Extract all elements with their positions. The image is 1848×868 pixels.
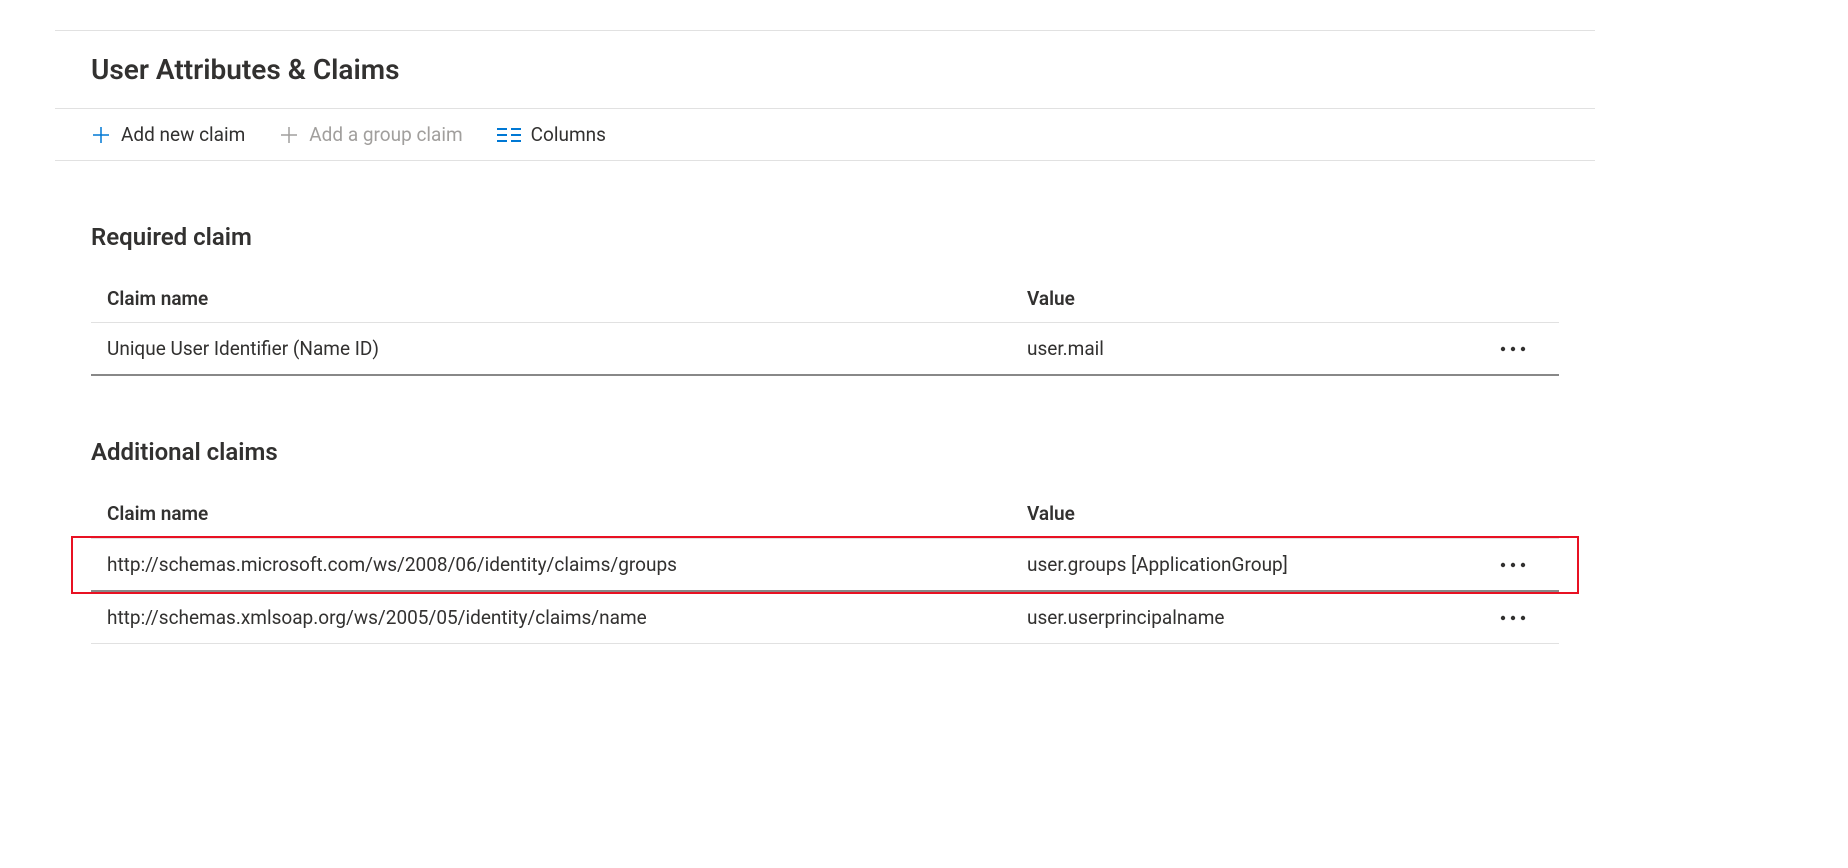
table-row[interactable]: Unique User Identifier (Name ID) user.ma… [91,323,1559,376]
claim-name-cell: http://schemas.xmlsoap.org/ws/2005/05/id… [107,606,1027,629]
table-row[interactable]: http://schemas.microsoft.com/ws/2008/06/… [91,538,1559,592]
table-row[interactable]: http://schemas.xmlsoap.org/ws/2005/05/id… [91,592,1559,644]
add-new-claim-button[interactable]: Add new claim [91,123,245,146]
table-header: Claim name Value [91,490,1559,538]
highlighted-row: http://schemas.microsoft.com/ws/2008/06/… [71,536,1579,594]
claim-name-cell: http://schemas.microsoft.com/ws/2008/06/… [107,553,1027,576]
additional-claims-table: Claim name Value http://schemas.microsof… [91,490,1559,644]
header-claim-name: Claim name [107,287,1027,310]
more-icon[interactable] [1499,614,1527,622]
plus-icon [91,125,111,145]
columns-button[interactable]: Columns [497,123,606,146]
required-claim-table: Claim name Value Unique User Identifier … [91,275,1559,376]
toolbar: Add new claim Add a group claim Columns [55,109,1595,161]
add-group-claim-button: Add a group claim [279,123,462,146]
page-title: User Attributes & Claims [55,30,1595,109]
add-new-claim-label: Add new claim [121,123,245,146]
required-claim-title: Required claim [91,223,1559,251]
columns-label: Columns [531,123,606,146]
header-value: Value [1027,287,1483,310]
additional-claims-title: Additional claims [91,438,1559,466]
header-value: Value [1027,502,1483,525]
claim-name-cell: Unique User Identifier (Name ID) [107,337,1027,360]
more-icon[interactable] [1499,561,1527,569]
table-header: Claim name Value [91,275,1559,323]
add-group-claim-label: Add a group claim [309,123,462,146]
claim-value-cell: user.mail [1027,337,1483,360]
claim-value-cell: user.groups [ApplicationGroup] [1027,553,1483,576]
more-icon[interactable] [1499,345,1527,353]
claim-value-cell: user.userprincipalname [1027,606,1483,629]
header-claim-name: Claim name [107,502,1027,525]
columns-icon [497,127,521,143]
plus-icon [279,125,299,145]
